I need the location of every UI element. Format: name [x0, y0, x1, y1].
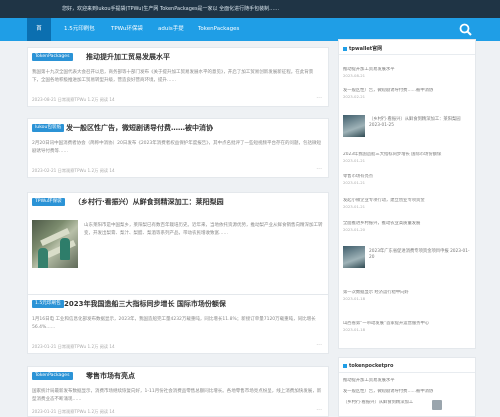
top-bar: 您好，欢迎来到lukou手提袋(TPWu)生产网 TokenPackages是一…	[0, 0, 500, 18]
sidebar-list-item[interactable]: 发一般区性广告，微短剧诱导付费……被中消协	[343, 389, 471, 395]
divider	[339, 54, 475, 55]
sidebar-list-item[interactable]: 发一般区性广告，微短剧诱导付费……被中消协 2023-02-21	[343, 88, 471, 100]
post-category-tag[interactable]: TPWu环保袋	[32, 198, 65, 206]
sidebar-list-item[interactable]: （乡村行·看振兴）从鲜食到精深加工：莱阳梨园 2023-01-25	[369, 117, 471, 129]
more-icon[interactable]: ···	[316, 407, 322, 414]
post-excerpt: 国家统计局最新发布数据显示，消费市场继续恢复向好，1-11月份社会消费品零售总额…	[32, 389, 322, 402]
welcome-notice: 您好，欢迎来到lukou手提袋(TPWu)生产网 TokenPackages是一…	[62, 6, 280, 12]
post-excerpt: 1月16日电 工业和信息化部发布数据显示，2023年，我国造船完工量4232万载…	[32, 317, 316, 330]
sidebar-list-item[interactable]: 全面推进乡村振兴，推动农业高质量发展 2023-01-20	[343, 221, 471, 233]
sidebar-list-item[interactable]: 第一次数据显示 经济运行稳中向好 2023-01-18	[343, 290, 471, 302]
post-excerpt: 我国第十九次全国代表大会召开以后，商务部等十部门发布《关于提升加工贸易发展水平的…	[32, 70, 314, 83]
post-title[interactable]: 零售市场有亮点	[86, 371, 135, 381]
sidebar-list-item[interactable]: 发起小微企业专项行动，建立创业专项资金 2023-01-21	[343, 198, 471, 210]
post-meta: 2023-08-21 日常观察TPWu 1.2万 阅读 14	[32, 97, 115, 102]
post-category-tag[interactable]: TokenPackages	[32, 372, 73, 380]
nav-item-printing-bags[interactable]: 1.5元印刷包	[56, 18, 103, 41]
post-title[interactable]: （乡村行·看振兴）从鲜食到精深加工：莱阳梨园	[74, 197, 224, 207]
post-category-tag[interactable]: TokenPackages	[32, 53, 73, 61]
post-excerpt: 2月20日讯中国消费者协会（简称中消协）20日发布《2023年消费者权益保护年度…	[32, 141, 322, 154]
nav-item-home[interactable]: 首页	[27, 18, 51, 55]
post-title[interactable]: 发一般区性广告，微短剧诱导付费……被中消协	[66, 123, 213, 133]
post-title[interactable]: 推动提升加工贸易发展水平	[86, 52, 170, 62]
sidebar-widget-tpwallet: tpwallet官网 推动提升加工贸易发展水平 2023-08-21 发一般区性…	[338, 39, 476, 349]
back-to-top-button[interactable]	[432, 400, 442, 410]
post-excerpt: 山东莱阳市是中国梨乡，莱阳梨已有数百年栽培历史。近年来，当地依托资源优势，推动梨…	[84, 223, 323, 236]
post-card: 1.5元印刷包 2023年我国造船三大指标同步增长 国际市场份额保 1月16日电…	[27, 294, 329, 354]
sidebar-list-item[interactable]: （乡村行·看振兴）从鲜食到精深加工	[343, 400, 471, 406]
post-card: TokenPackages 推动提升加工贸易发展水平 我国第十九次全国代表大会召…	[27, 47, 329, 107]
nav-item-aduis[interactable]: aduis手提	[150, 18, 192, 41]
post-meta: 2023-01-21 日常观察TPWu 1.2万 阅读 14	[32, 344, 115, 349]
post-card: TokenPackages 零售市场有亮点 国家统计局最新发布数据显示，消费市场…	[27, 366, 329, 417]
nav-item-tokenpackages[interactable]: TokenPackages	[190, 18, 247, 41]
sidebar-list-item[interactable]: 山西省第“一带动发展”首家提升运营服务中心 2023-01-18	[343, 321, 471, 333]
post-thumbnail[interactable]	[32, 220, 78, 268]
bullet-icon	[343, 46, 347, 51]
divider	[339, 372, 475, 373]
post-category-tag[interactable]: 1.5元印刷包	[32, 300, 64, 308]
sidebar-widget-tokenpocket: tokenpocketpro 推动提升加工贸易发展水平 发一般区性广告，微短剧诱…	[338, 357, 476, 417]
more-icon[interactable]: ···	[316, 342, 322, 349]
post-title[interactable]: 2023年我国造船三大指标同步增长 国际市场份额保	[64, 299, 226, 309]
sidebar-thumbnail[interactable]	[343, 115, 365, 137]
sidebar-list-item[interactable]: 2023年广东省促进消费专项资金项目申报 2023-01-20	[369, 249, 471, 261]
sidebar-list-item[interactable]: 2023年我国造船三大指标同步增长 国际市场份额保 2023-01-21	[343, 152, 471, 164]
sidebar-thumbnail[interactable]	[343, 246, 365, 268]
post-card: lukou包装纸 发一般区性广告，微短剧诱导付费……被中消协 2月20日讯中国消…	[27, 118, 329, 178]
more-icon[interactable]: ···	[316, 95, 322, 102]
bullet-icon	[343, 363, 347, 368]
more-icon[interactable]: ···	[316, 166, 322, 173]
search-icon[interactable]	[459, 23, 472, 36]
widget-title: tokenpocketpro	[343, 363, 393, 369]
sidebar-list-item[interactable]: 推动提升加工贸易发展水平 2023-08-21	[343, 67, 471, 79]
post-meta: 2023-02-21 日常观察TPWu 1.2万 阅读 14	[32, 168, 115, 173]
widget-title: tpwallet官网	[343, 45, 382, 52]
sidebar-list-item[interactable]: 零售市场有亮点 2023-01-21	[343, 174, 471, 186]
main-navigation: 首页 1.5元印刷包 TPWu环保袋 aduis手提 TokenPackages	[0, 18, 500, 55]
post-meta: 2023-01-21 日常观察TPWu 1.2万 阅读 14	[32, 409, 115, 414]
post-category-tag[interactable]: lukou包装纸	[32, 124, 65, 132]
nav-item-eco-bags[interactable]: TPWu环保袋	[103, 18, 151, 41]
sidebar-list-item[interactable]: 推动提升加工贸易发展水平	[343, 378, 471, 384]
post-list: TokenPackages 推动提升加工贸易发展水平 我国第十九次全国代表大会召…	[27, 47, 329, 417]
